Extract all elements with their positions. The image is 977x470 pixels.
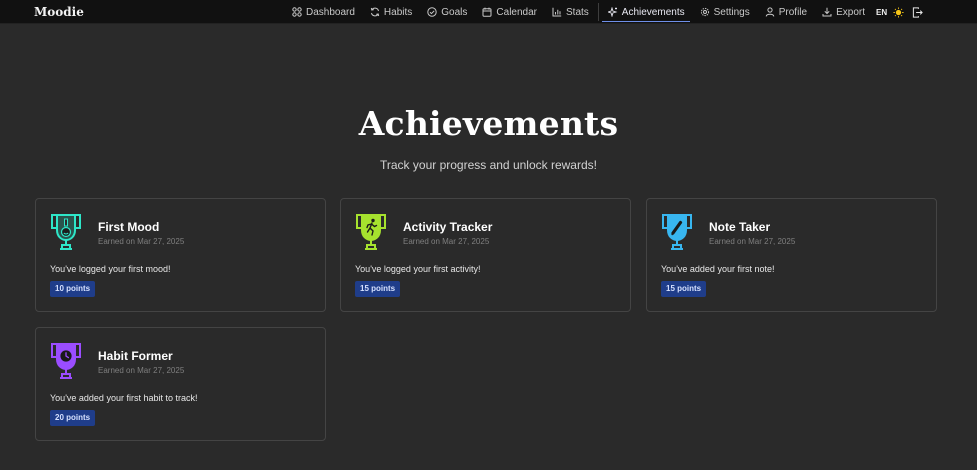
- achievement-name: Activity Tracker: [403, 220, 493, 234]
- sun-icon[interactable]: [893, 6, 904, 18]
- download-icon: [822, 7, 832, 17]
- page-title: Achievements: [358, 104, 619, 143]
- main-nav: Dashboard Habits Goals Calendar Stats Ac…: [292, 0, 923, 24]
- dashboard-icon: [292, 7, 302, 17]
- points-badge: 10 points: [50, 281, 96, 297]
- page-subtitle: Track your progress and unlock rewards!: [380, 158, 597, 172]
- nav-achievements[interactable]: Achievements: [601, 0, 690, 24]
- achievement-name: Habit Former: [98, 349, 173, 363]
- check-circle-icon: [427, 7, 437, 17]
- points-badge: 15 points: [355, 281, 401, 297]
- sparkles-icon: [607, 7, 618, 17]
- logout-icon[interactable]: [912, 6, 923, 18]
- achievement-card-note-taker: Note Taker Earned on Mar 27, 2025 You've…: [646, 198, 937, 312]
- nav-dashboard[interactable]: Dashboard: [292, 0, 355, 24]
- nav-habits-label: Habits: [383, 6, 413, 18]
- nav-export-label: Export: [836, 6, 866, 18]
- bar-chart-icon: [552, 7, 562, 17]
- smile-trophy-icon: [50, 212, 82, 252]
- nav-calendar[interactable]: Calendar: [482, 0, 537, 24]
- clock-trophy-icon: [50, 341, 82, 381]
- achievement-name: First Mood: [98, 220, 160, 234]
- user-icon: [765, 7, 775, 17]
- points-badge: 15 points: [661, 281, 707, 297]
- nav-divider: [597, 3, 599, 21]
- nav-dashboard-label: Dashboard: [306, 6, 355, 18]
- nav-stats[interactable]: Stats: [552, 0, 589, 24]
- app-brand[interactable]: Moodie: [34, 5, 84, 19]
- nav-calendar-label: Calendar: [496, 6, 537, 18]
- pencil-trophy-icon: [661, 212, 693, 252]
- achievement-description: You've added your first habit to track!: [50, 393, 198, 403]
- achievement-earned-date: Earned on Mar 27, 2025: [98, 237, 185, 246]
- nav-profile[interactable]: Profile: [765, 0, 807, 24]
- nav-stats-label: Stats: [566, 6, 589, 18]
- achievement-card-habit-former: Habit Former Earned on Mar 27, 2025 You'…: [35, 327, 326, 441]
- nav-goals[interactable]: Goals: [427, 0, 467, 24]
- runner-trophy-icon: [355, 212, 387, 252]
- nav-export[interactable]: Export: [822, 0, 865, 24]
- achievement-description: You've logged your first activity!: [355, 264, 481, 274]
- language-toggle[interactable]: EN: [876, 8, 887, 17]
- nav-profile-label: Profile: [778, 6, 808, 18]
- nav-settings-label: Settings: [713, 6, 750, 18]
- achievement-earned-date: Earned on Mar 27, 2025: [709, 237, 796, 246]
- top-navbar: Moodie Dashboard Habits Goals Calendar S…: [0, 0, 977, 24]
- points-badge: 20 points: [50, 410, 96, 426]
- nav-goals-label: Goals: [441, 6, 468, 18]
- nav-achievements-label: Achievements: [621, 6, 685, 18]
- achievement-name: Note Taker: [709, 220, 771, 234]
- calendar-icon: [482, 7, 492, 17]
- achievement-card-activity-tracker: Activity Tracker Earned on Mar 27, 2025 …: [340, 198, 631, 312]
- achievement-card-first-mood: First Mood Earned on Mar 27, 2025 You've…: [35, 198, 326, 312]
- refresh-icon: [370, 7, 380, 17]
- achievement-earned-date: Earned on Mar 27, 2025: [98, 366, 185, 375]
- achievement-description: You've logged your first mood!: [50, 264, 171, 274]
- gear-icon: [700, 7, 710, 17]
- nav-habits[interactable]: Habits: [370, 0, 412, 24]
- achievement-description: You've added your first note!: [661, 264, 775, 274]
- nav-settings[interactable]: Settings: [700, 0, 750, 24]
- achievement-earned-date: Earned on Mar 27, 2025: [403, 237, 490, 246]
